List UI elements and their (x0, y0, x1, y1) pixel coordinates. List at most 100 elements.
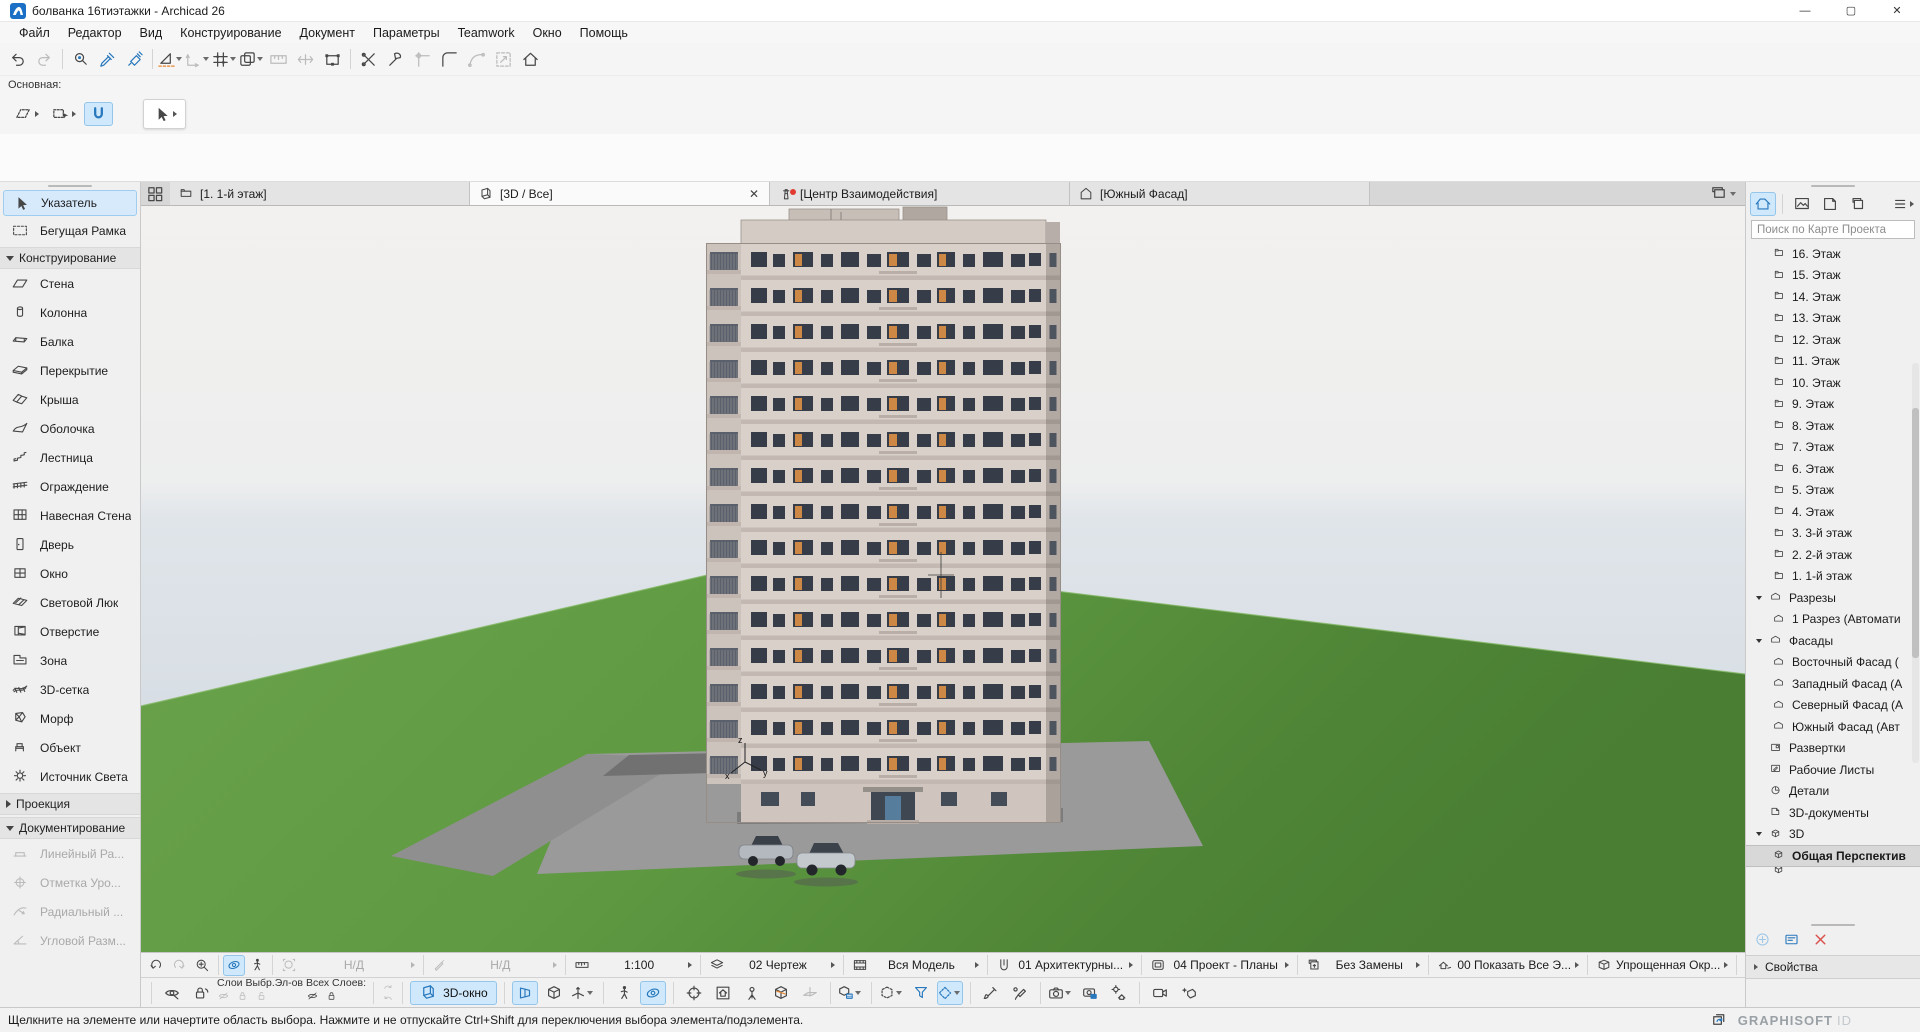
stretchx-button[interactable] (292, 46, 319, 72)
layer-eye-swap-button[interactable] (159, 981, 185, 1005)
quick-option-override[interactable]: Без Замены (1302, 953, 1424, 977)
project-map-button[interactable] (1750, 192, 1776, 216)
navigator-drag-handle[interactable] (1746, 182, 1920, 190)
tab-4[interactable]: [Южный Фасад] (1070, 182, 1370, 205)
tree-item-10[interactable]: 7. Этаж (1746, 437, 1920, 459)
layer-lock-swap-button[interactable] (188, 981, 214, 1005)
toolbox-item-stair[interactable]: Лестница (0, 443, 140, 472)
transform-button[interactable] (319, 46, 346, 72)
tree-item-5[interactable]: 12. Этаж (1746, 329, 1920, 351)
menu-item-9[interactable]: Помощь (571, 24, 637, 42)
toolbox-section-2[interactable]: Проекция (0, 793, 140, 815)
home-view-button[interactable] (710, 981, 736, 1005)
toolbox-item-skylight[interactable]: Световой Люк (0, 588, 140, 617)
view-map-button[interactable] (1789, 192, 1815, 216)
tree-item-1[interactable]: 16. Этаж (1746, 243, 1920, 265)
toolbox-item-beam[interactable]: Балка (0, 327, 140, 356)
tree-item-6[interactable]: 11. Этаж (1746, 351, 1920, 373)
toolbox-item-dimlvl[interactable]: Отметка Уро... (0, 868, 140, 897)
maximize-button[interactable]: ▢ (1828, 0, 1874, 21)
tree-item-23[interactable]: Южный Фасад (Авт (1746, 716, 1920, 738)
3d-cutaway-button[interactable] (768, 981, 794, 1005)
redo-button[interactable] (31, 46, 58, 72)
perspective-button[interactable] (512, 981, 538, 1005)
paint-surface-button[interactable] (978, 981, 1004, 1005)
tree-item-14[interactable]: 3. 3-й этаж (1746, 523, 1920, 545)
arrow-tool-button[interactable] (143, 99, 186, 129)
properties-panel-header[interactable]: Свойства (1746, 955, 1920, 979)
show-selection-3d-button[interactable] (879, 981, 905, 1005)
layout-book-button[interactable] (1817, 192, 1843, 216)
syringe-button[interactable] (121, 46, 148, 72)
chevron-down-icon[interactable] (1754, 639, 1764, 643)
quick-option-film[interactable]: Вся Модель (848, 953, 984, 977)
render-preview-button[interactable] (1176, 981, 1202, 1005)
menu-item-7[interactable]: Teamwork (449, 24, 524, 42)
tree-item-27[interactable]: 3D-документы (1746, 802, 1920, 824)
toolbox-item-railing[interactable]: Ограждение (0, 472, 140, 501)
menu-item-2[interactable]: Редактор (59, 24, 131, 42)
toolbox-item-pointer[interactable]: Указатель (3, 190, 137, 216)
view-settings-button[interactable] (1783, 931, 1800, 953)
tree-item-18[interactable]: 1 Разрез (Автомати (1746, 609, 1920, 631)
tree-item-4[interactable]: 13. Этаж (1746, 308, 1920, 330)
quick-option-pens[interactable]: 01 Архитектурны... (992, 953, 1137, 977)
publisher-button[interactable] (1845, 192, 1871, 216)
split-button[interactable] (355, 46, 382, 72)
tree-item-29[interactable]: Общая Перспектив (1746, 845, 1920, 867)
tree-item-16[interactable]: 1. 1-й этаж (1746, 566, 1920, 588)
tree-item-9[interactable]: 8. Этаж (1746, 415, 1920, 437)
layers-sel-unlock-button[interactable] (255, 989, 268, 1007)
project-map-search-input[interactable] (1751, 220, 1915, 239)
tab-list-caret-icon[interactable] (1730, 192, 1736, 196)
adjust-button[interactable] (382, 46, 409, 72)
toolbox-item-morph[interactable]: Морф (0, 704, 140, 733)
toolbox-item-dimrad[interactable]: Радиальный ... (0, 897, 140, 926)
tab-close-button[interactable]: ✕ (747, 187, 761, 201)
chevron-down-icon[interactable] (1754, 832, 1764, 836)
3d-projection-button[interactable] (570, 981, 596, 1005)
ruler12-button[interactable] (265, 46, 292, 72)
layers-all-eyeslash-button[interactable] (306, 989, 319, 1007)
3d-window-button[interactable]: 3D-окно (410, 981, 497, 1005)
navigator-bottom-drag-handle[interactable] (1746, 921, 1920, 929)
navigator-scrollbar[interactable] (1912, 363, 1919, 763)
tree-item-28[interactable]: 3D (1746, 824, 1920, 846)
layers-sel-lock-button[interactable] (236, 989, 249, 1007)
fillet-button[interactable] (436, 46, 463, 72)
toolbox-item-light[interactable]: Источник Света (0, 762, 140, 791)
quick-option-ghostpen[interactable]: Н/Д (428, 953, 562, 977)
marquee-rect-button[interactable] (47, 102, 80, 126)
tree-item-24[interactable]: Развертки (1746, 738, 1920, 760)
surface-painter-button[interactable] (1007, 981, 1033, 1005)
menu-item-8[interactable]: Окно (524, 24, 571, 42)
resize-button[interactable] (490, 46, 517, 72)
tab-list-icon[interactable] (1709, 184, 1728, 203)
look-to-button[interactable] (681, 981, 707, 1005)
toolbox-item-zone[interactable]: Зона (0, 646, 140, 675)
minimize-button[interactable]: — (1782, 0, 1828, 21)
menu-item-4[interactable]: Конструирование (171, 24, 290, 42)
toolbox-drag-handle[interactable] (0, 182, 140, 190)
graphisoft-brand[interactable]: GRAPHISOFTID (1738, 1013, 1852, 1028)
filter-funnel-button[interactable] (908, 981, 934, 1005)
guides-button[interactable] (157, 46, 184, 72)
cutting-plane-button[interactable] (797, 981, 823, 1005)
building-3d-model[interactable] (707, 207, 1061, 824)
trace-button[interactable] (238, 46, 265, 72)
toolbox-item-roof[interactable]: Крыша (0, 385, 140, 414)
fly-through-button[interactable] (1147, 981, 1173, 1005)
tab-2[interactable]: [3D / Все]✕ (470, 182, 770, 205)
marquee-poly-button[interactable] (10, 102, 43, 126)
home-button[interactable] (517, 46, 544, 72)
explore-walk-button[interactable] (245, 955, 268, 976)
toolbox-item-column[interactable]: Колонна (0, 298, 140, 327)
quick-option-envcube[interactable]: Упрощенная Окр... (1592, 953, 1732, 977)
viewport-3d[interactable]: zxy (141, 206, 1745, 952)
toolbox-section-1[interactable]: Конструирование (0, 247, 140, 269)
photo-render-button[interactable] (1048, 981, 1074, 1005)
quick-option-layers[interactable]: 02 Чертеж (705, 953, 839, 977)
chevron-down-icon[interactable] (1754, 596, 1764, 600)
tree-item-26[interactable]: Детали (1746, 781, 1920, 803)
layers-all-lock-button[interactable] (325, 989, 338, 1007)
